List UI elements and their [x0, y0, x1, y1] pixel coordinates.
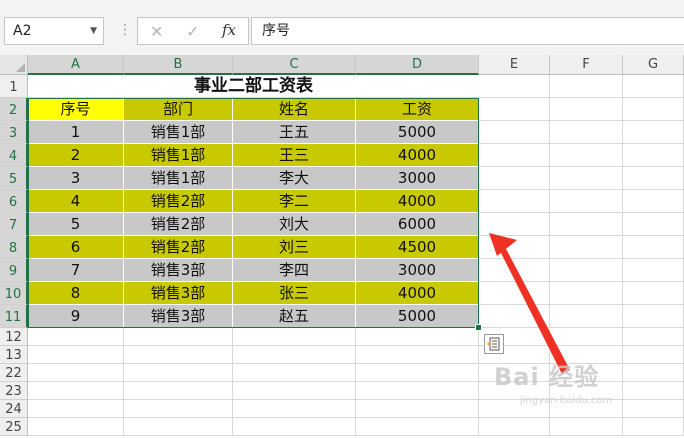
- watermark-logo: Bai 经验: [494, 363, 600, 391]
- watermark-url: jingyan.baidu.com: [520, 395, 613, 406]
- arrow-shaft: [499, 245, 570, 374]
